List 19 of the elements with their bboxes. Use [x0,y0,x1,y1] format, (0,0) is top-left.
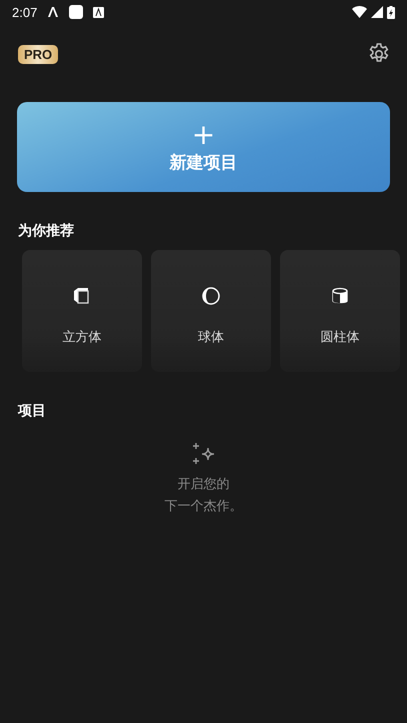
cylinder-icon [330,286,350,306]
signal-icon [371,6,383,18]
empty-state-text: 开启您的 下一个杰作。 [164,476,242,516]
section-title: 为你推荐 [17,222,75,240]
wifi-icon [352,6,367,18]
pro-badge[interactable]: PRO [18,44,58,64]
button-label: 新建项目 [170,152,238,174]
shape-card[interactable]: 立方体 [22,250,142,372]
sphere-icon [201,286,221,306]
section-title: 项目 [16,402,47,420]
notification-icon [47,6,60,18]
sparkle-icon [190,442,216,466]
status-time: 2:07 [12,4,38,20]
app-icon [69,5,84,19]
plus-icon: + [192,120,216,148]
battery-icon [387,6,395,18]
notification-icon [93,6,104,18]
shape-card[interactable]: 球体 [151,250,271,372]
shape-card[interactable]: 圆柱体 [280,250,400,372]
